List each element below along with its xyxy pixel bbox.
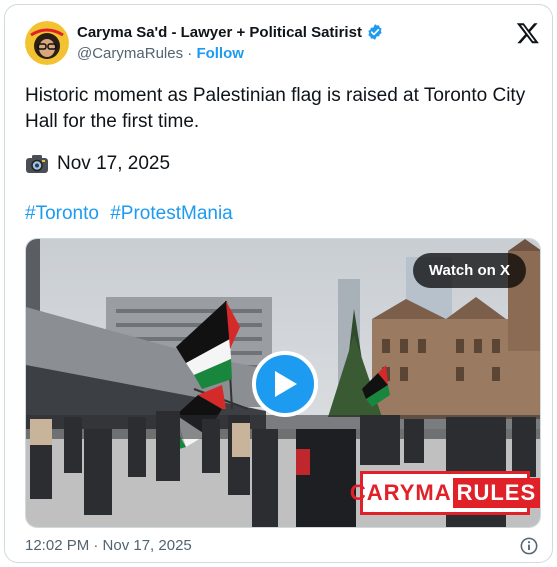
watermark-part-2: RULES [452, 478, 540, 508]
watermark-part-1: CARYMA [349, 480, 452, 505]
video-player[interactable]: Watch on X CARYMA RULES [25, 238, 541, 528]
watch-on-x-button[interactable]: Watch on X [412, 253, 526, 288]
post-date-text: Nov 17, 2025 [57, 153, 171, 174]
hashtag-link[interactable]: #Toronto [25, 203, 99, 224]
info-icon[interactable] [520, 537, 538, 555]
verified-badge-icon [368, 24, 382, 40]
post-timestamp[interactable]: 12:02 PM · Nov 17, 2025 [25, 537, 192, 554]
follow-button[interactable]: Follow [196, 45, 244, 62]
author-name[interactable]: Caryma Sa'd - Lawyer + Political Satiris… [77, 24, 362, 41]
watermark-logo: CARYMA RULES [350, 471, 540, 515]
post-date-line: Nov 17, 2025 [25, 153, 170, 175]
camera-icon [26, 155, 48, 173]
x-logo-icon[interactable] [516, 21, 540, 45]
hashtag-link[interactable]: #ProtestMania [110, 203, 233, 224]
hashtags: #Toronto #ProtestMania [25, 203, 239, 225]
author-handle[interactable]: @CarymaRules [77, 45, 183, 62]
tweet-card: Caryma Sa'd - Lawyer + Political Satiris… [4, 4, 553, 563]
handle-separator: · [187, 45, 193, 62]
author-name-row[interactable]: Caryma Sa'd - Lawyer + Political Satiris… [77, 23, 384, 41]
play-button[interactable] [252, 351, 318, 417]
handle-row: @CarymaRules · Follow [77, 45, 244, 62]
post-text: Historic moment as Palestinian flag is r… [25, 85, 526, 132]
avatar[interactable] [25, 21, 69, 65]
play-icon [275, 371, 297, 397]
